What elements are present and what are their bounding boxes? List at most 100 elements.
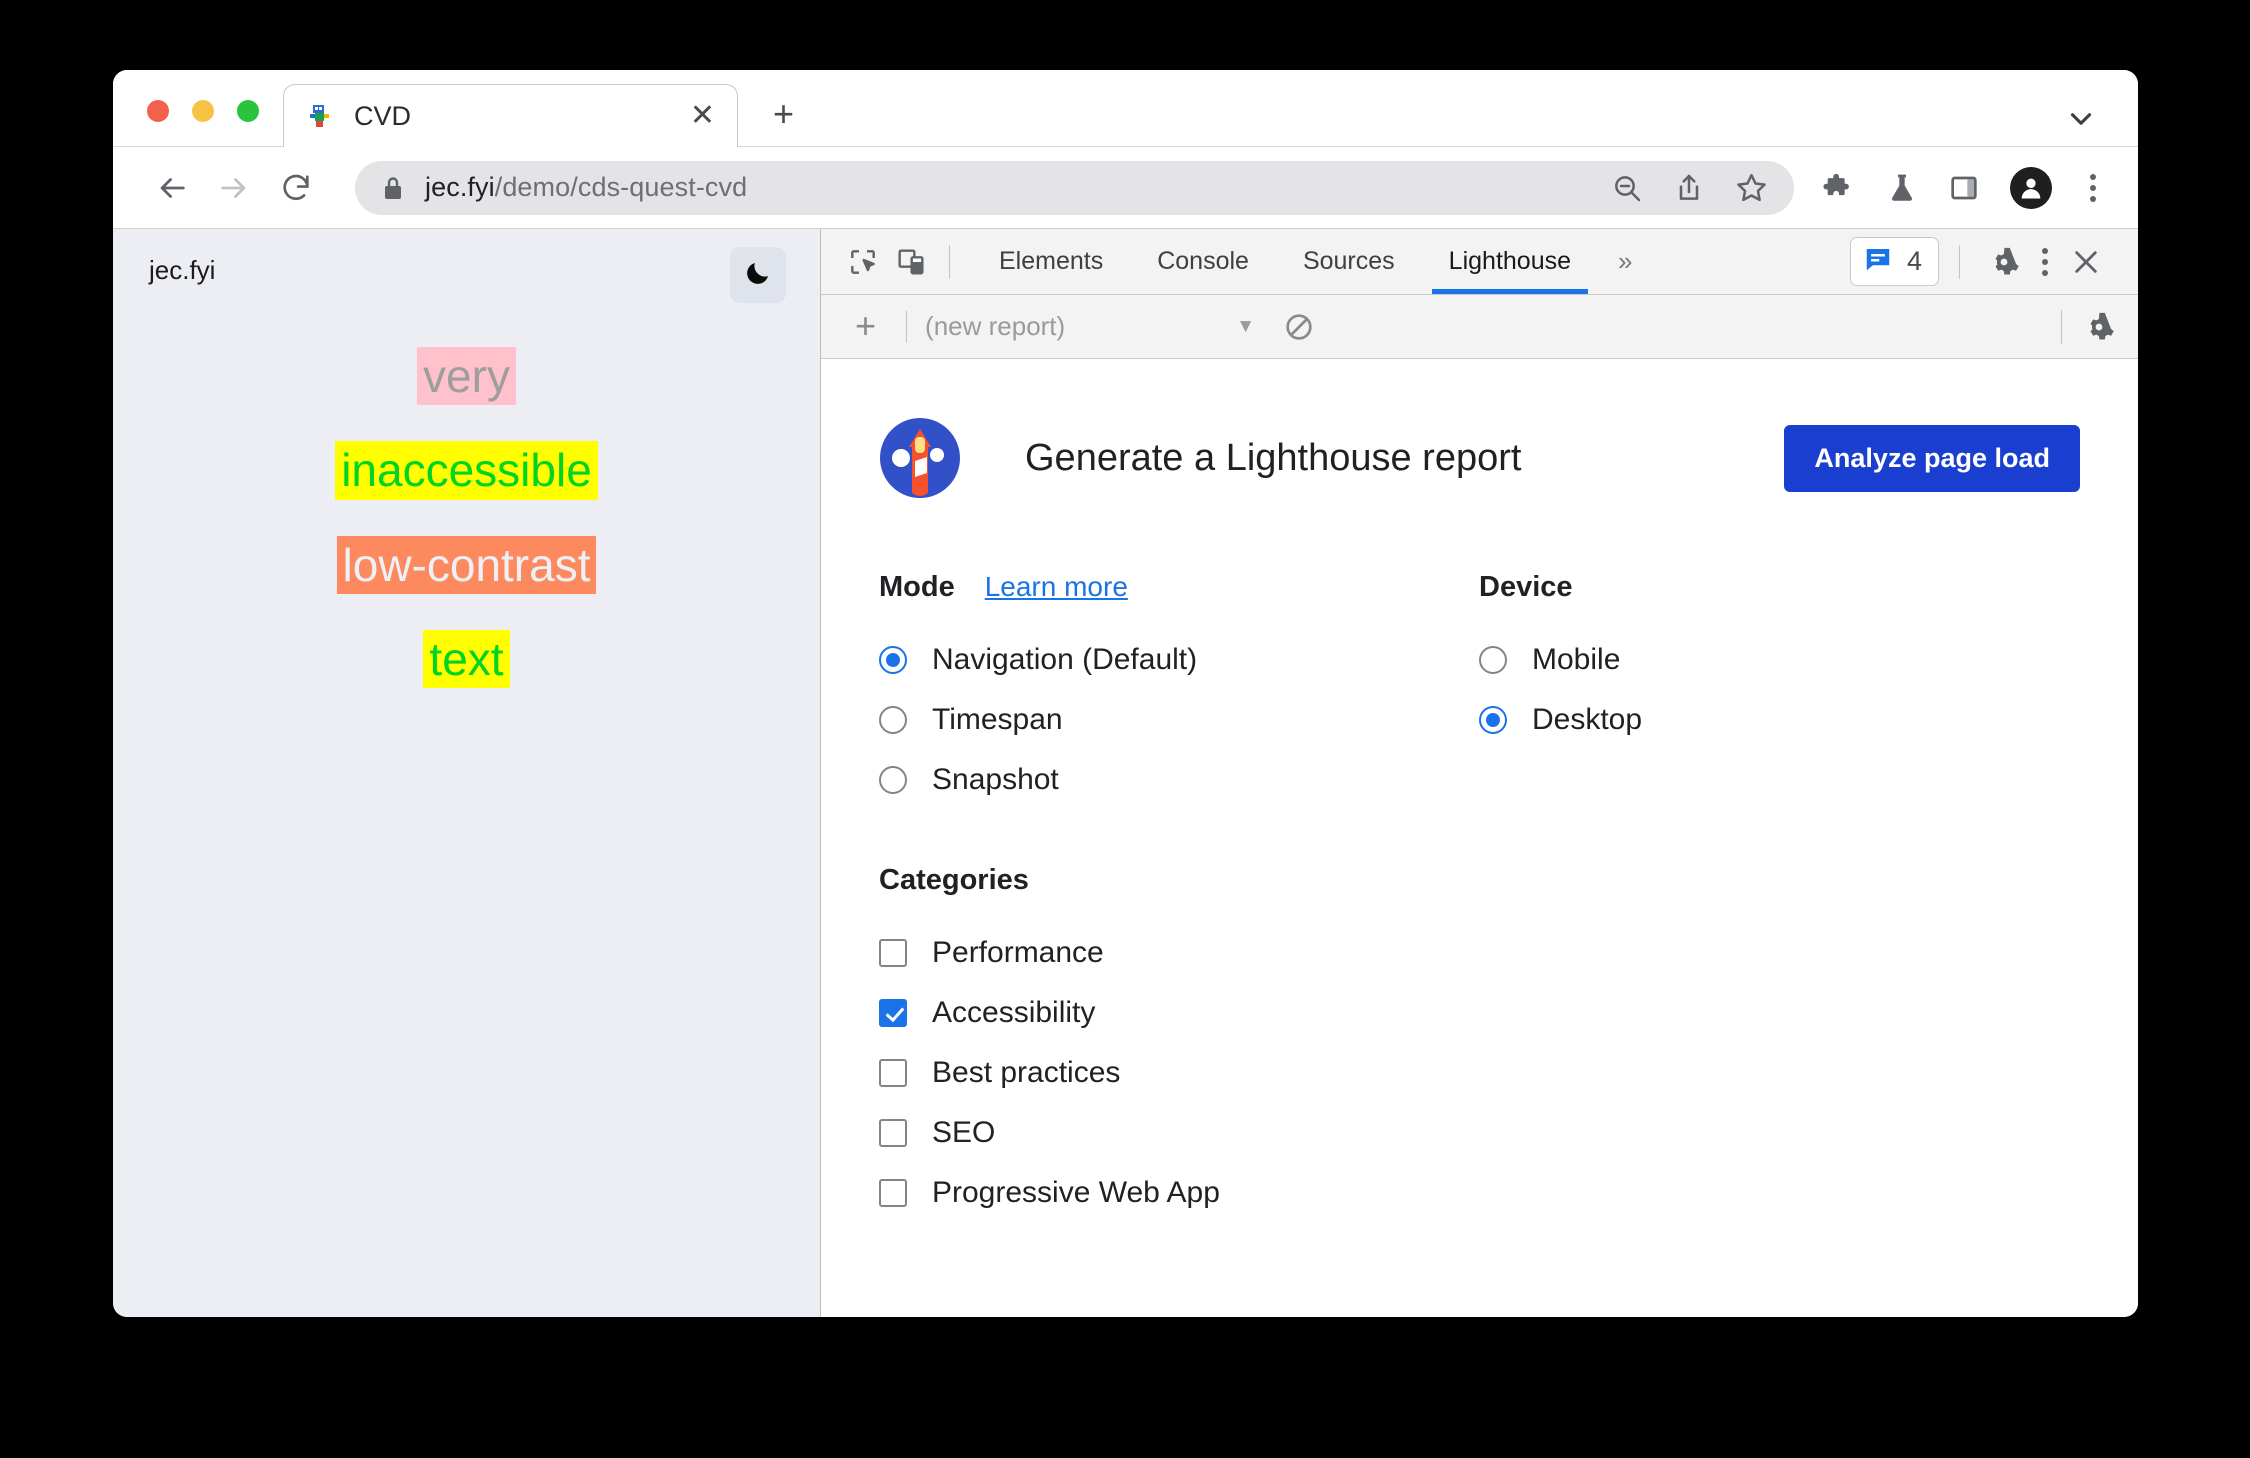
minimize-window-button[interactable] [192,100,214,122]
category-best-practices-label: Best practices [932,1056,1121,1089]
browser-window: CVD ✕ + jec.fyi/demo/cds-quest-cvd jec.f… [113,70,2138,1317]
lighthouse-report-toolbar: + (new report) ▼ [821,295,2138,359]
tab-sources[interactable]: Sources [1276,229,1422,294]
category-pwa-label: Progressive Web App [932,1176,1220,1209]
window-traffic-lights [147,100,259,122]
toolbar-divider [906,310,908,343]
tab-console[interactable]: Console [1130,229,1276,294]
chevron-down-icon[interactable] [2064,102,2098,141]
report-select-dropdown[interactable]: (new report) ▼ [925,311,1255,342]
more-tabs-icon[interactable]: » [1598,246,1652,277]
zoom-out-icon[interactable] [1611,172,1643,204]
new-tab-button[interactable]: + [773,96,794,132]
experiments-flask-icon[interactable] [1886,172,1918,204]
tab-elements[interactable]: Elements [972,229,1130,294]
device-option-mobile[interactable]: Mobile [1479,630,1642,690]
category-seo[interactable]: SEO [879,1103,2080,1163]
checkbox-seo[interactable] [879,1119,907,1147]
devtools-tabbar-actions: 4 [1849,237,2120,286]
category-pwa[interactable]: Progressive Web App [879,1163,2080,1223]
inspect-element-icon[interactable] [839,238,887,286]
mode-option-timespan-label: Timespan [932,703,1063,736]
side-panel-icon[interactable] [1948,172,1980,204]
browser-tab[interactable]: CVD ✕ [283,84,738,147]
radio-desktop[interactable] [1479,706,1507,734]
issues-message-badge[interactable]: 4 [1849,237,1939,286]
window-content: jec.fyi very inaccessible low-contrast t… [113,229,2138,1317]
mode-group-header: Mode Learn more [879,571,1479,604]
new-report-button[interactable]: + [843,308,888,344]
device-toolbar-icon[interactable] [887,238,935,286]
site-label: jec.fyi [149,255,216,285]
omnibox-actions [1611,171,1768,204]
url-path: /demo/cds-quest-cvd [494,172,748,202]
url-input[interactable]: jec.fyi/demo/cds-quest-cvd [355,160,1794,215]
devtools-menu-kebab-icon[interactable] [2034,247,2056,276]
device-group: Device Mobile Desktop [1479,571,1642,810]
lock-icon [381,175,405,201]
close-window-button[interactable] [147,100,169,122]
bookmark-star-icon[interactable] [1735,171,1768,204]
mode-option-snapshot[interactable]: Snapshot [879,750,1479,810]
address-bar: jec.fyi/demo/cds-quest-cvd [113,147,2138,229]
mode-option-navigation-label: Navigation (Default) [932,643,1198,676]
device-option-desktop-label: Desktop [1532,703,1643,736]
sample-text-low-contrast: low-contrast [336,535,597,594]
message-bubble-icon [1863,244,1893,279]
sample-text-inaccessible: inaccessible [335,441,598,500]
device-group-header: Device [1479,571,1642,604]
tab-lighthouse[interactable]: Lighthouse [1422,229,1598,294]
checkbox-pwa[interactable] [879,1179,907,1207]
chrome-menu-kebab-icon[interactable] [2082,173,2104,202]
mode-option-snapshot-label: Snapshot [932,763,1059,796]
close-devtools-icon[interactable] [2062,238,2110,286]
maximize-window-button[interactable] [237,100,259,122]
settings-gear-icon[interactable] [1980,238,2028,286]
mode-device-row: Mode Learn more Navigation (Default) Tim [879,571,2080,810]
contrast-samples: very inaccessible low-contrast text [113,347,820,689]
back-arrow-icon[interactable] [147,163,197,213]
radio-snapshot[interactable] [879,766,907,794]
share-icon[interactable] [1673,172,1705,204]
lighthouse-start-view: Generate a Lighthouse report Analyze pag… [821,359,2138,1317]
radio-timespan[interactable] [879,706,907,734]
sample-text-text: text [423,629,510,689]
devtools-panel: Elements Console Sources Lighthouse » 4 … [821,229,2138,1317]
reload-icon[interactable] [271,163,321,213]
lighthouse-form: Mode Learn more Navigation (Default) Tim [821,571,2138,1223]
tab-strip: CVD ✕ + [113,70,2138,147]
close-tab-button[interactable]: ✕ [690,101,715,131]
tab-title: CVD [354,100,412,131]
lighthouse-settings-gear-icon[interactable] [2061,309,2116,344]
checkbox-accessibility[interactable] [879,999,907,1027]
radio-mobile[interactable] [1479,646,1507,674]
categories-group: Categories Performance Accessibility Bes… [879,864,2080,1223]
toolbar-divider [949,244,950,279]
dark-mode-toggle-button[interactable] [730,247,786,303]
forward-arrow-icon[interactable] [209,163,259,213]
analyze-page-load-button[interactable]: Analyze page load [1784,424,2080,492]
mode-option-navigation[interactable]: Navigation (Default) [879,630,1479,690]
category-accessibility[interactable]: Accessibility [879,983,2080,1043]
checkbox-performance[interactable] [879,939,907,967]
device-option-desktop[interactable]: Desktop [1479,690,1642,750]
devtools-tabs: Elements Console Sources Lighthouse » [972,229,1652,294]
radio-navigation[interactable] [879,646,907,674]
report-name-label: (new report) [925,311,1066,341]
url-text: jec.fyi/demo/cds-quest-cvd [425,172,747,203]
lighthouse-logo [879,417,961,499]
clear-prohibited-icon[interactable] [1283,311,1315,343]
category-performance[interactable]: Performance [879,923,2080,983]
lighthouse-title: Generate a Lighthouse report [1025,436,1522,479]
categories-group-header: Categories [879,864,2080,897]
learn-more-link[interactable]: Learn more [985,571,1128,603]
device-title: Device [1479,571,1573,603]
extensions-puzzle-icon[interactable] [1822,171,1856,205]
mode-title: Mode [879,571,955,603]
profile-avatar-icon[interactable] [2010,166,2052,209]
url-host: jec.fyi [425,172,495,202]
dino-favicon-icon [306,103,332,129]
mode-option-timespan[interactable]: Timespan [879,690,1479,750]
checkbox-best-practices[interactable] [879,1059,907,1087]
category-best-practices[interactable]: Best practices [879,1043,2080,1103]
